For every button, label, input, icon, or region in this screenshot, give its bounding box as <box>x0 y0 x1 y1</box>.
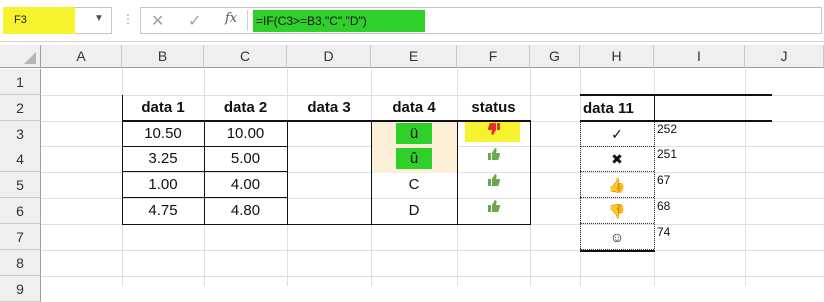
grid-line <box>41 250 824 251</box>
table-header-cell[interactable]: status <box>457 95 530 121</box>
table-cell-d1[interactable]: 3.25 <box>122 146 204 171</box>
column-header-h[interactable]: H <box>580 45 654 68</box>
lookup-border <box>580 250 655 252</box>
table-border <box>122 120 531 122</box>
table-cell-d4[interactable]: D <box>371 198 457 223</box>
table-cell-d1[interactable]: 1.00 <box>122 172 204 197</box>
grid-line <box>41 276 824 277</box>
select-all-triangle-icon <box>24 52 36 64</box>
row-header-9[interactable]: 9 <box>0 276 41 302</box>
thumbs-up-icon[interactable] <box>457 147 530 171</box>
check-icon: ✓ <box>611 126 623 142</box>
row-header-1[interactable]: 1 <box>0 69 41 95</box>
table-cell-d3[interactable] <box>287 172 371 197</box>
row-header-3[interactable]: 3 <box>0 121 41 147</box>
lookup-code-cell[interactable]: 68 <box>657 193 742 219</box>
column-header-c[interactable]: C <box>204 45 287 68</box>
drag-handle-icon[interactable]: ⋮ <box>122 12 134 26</box>
row-header-8[interactable]: 8 <box>0 250 41 276</box>
column-header-g[interactable]: G <box>530 45 580 68</box>
table-border <box>122 95 123 225</box>
column-header-d[interactable]: D <box>287 45 371 68</box>
lookup-border <box>580 120 772 122</box>
select-all-corner[interactable] <box>0 45 41 68</box>
table-cell-d1[interactable]: 10.50 <box>122 121 204 146</box>
column-header-b[interactable]: B <box>122 45 204 68</box>
table-cell-d4[interactable]: ü <box>371 121 457 146</box>
lookup-code-cell[interactable]: 67 <box>657 167 742 193</box>
table-border <box>204 120 205 225</box>
table-border <box>122 146 288 147</box>
table-border <box>122 171 288 172</box>
lookup-border <box>580 120 581 251</box>
table-cell-d2[interactable]: 4.00 <box>204 172 287 197</box>
row-header-4[interactable]: 4 <box>0 146 41 172</box>
table-border <box>122 224 531 225</box>
lookup-code-cell[interactable]: 74 <box>657 219 742 245</box>
table-border <box>457 120 458 225</box>
thumbs-down-icon[interactable] <box>457 122 530 146</box>
lookup-border <box>654 95 655 121</box>
table-cell-d4[interactable]: C <box>371 172 457 197</box>
table-header-cell[interactable]: data 1 <box>122 95 204 121</box>
smiley-icon: ☺ <box>609 229 625 245</box>
lookup-header[interactable]: data 11 <box>583 96 653 122</box>
table-cell-d4[interactable]: û <box>371 146 457 171</box>
table-cell-d2[interactable]: 4.80 <box>204 198 287 223</box>
table-border <box>371 120 372 225</box>
row-header-6[interactable]: 6 <box>0 198 41 224</box>
row-header-2[interactable]: 2 <box>0 95 41 121</box>
table-cell-d1[interactable]: 4.75 <box>122 198 204 223</box>
column-header-i[interactable]: I <box>654 45 745 68</box>
table-header-cell[interactable]: data 4 <box>371 95 457 121</box>
thumbs-up-icon[interactable] <box>457 199 530 223</box>
chevron-down-icon[interactable]: ▼ <box>94 13 104 24</box>
table-cell-d3[interactable] <box>287 198 371 223</box>
lookup-code-cell[interactable]: 251 <box>657 141 742 167</box>
table-cell-d2[interactable]: 10.00 <box>204 121 287 146</box>
thumbs-up-icon: 👍 <box>608 177 626 193</box>
column-header-j[interactable]: J <box>745 45 824 68</box>
table-border <box>122 197 288 198</box>
table-border <box>287 120 288 225</box>
column-header-a[interactable]: A <box>41 45 122 68</box>
table-cell-d3[interactable] <box>287 146 371 171</box>
table-border <box>530 120 531 225</box>
thumbs-down-icon: 👎 <box>608 203 626 219</box>
formula-text[interactable]: =IF(C3>=B3,"C","D") <box>256 14 367 28</box>
row-header-7[interactable]: 7 <box>0 224 41 250</box>
table-header-cell[interactable]: data 3 <box>287 95 371 121</box>
formula-input-box[interactable] <box>140 7 822 34</box>
table-header-cell[interactable]: data 2 <box>204 95 287 121</box>
cancel-icon[interactable]: ✕ <box>151 11 164 31</box>
thumbs-up-icon[interactable] <box>457 173 530 197</box>
insert-function-button[interactable]: fx <box>225 11 237 26</box>
formula-separator <box>247 10 248 31</box>
cross-icon: ✖ <box>611 151 623 167</box>
column-header-f[interactable]: F <box>457 45 530 68</box>
table-cell-d3[interactable] <box>287 121 371 146</box>
row-header-5[interactable]: 5 <box>0 172 41 198</box>
name-box-value: F3 <box>14 14 27 26</box>
table-cell-d2[interactable]: 5.00 <box>204 146 287 171</box>
grid-line <box>745 69 746 286</box>
enter-icon[interactable]: ✓ <box>188 11 201 31</box>
column-header-e[interactable]: E <box>371 45 457 68</box>
lookup-border <box>580 94 772 96</box>
